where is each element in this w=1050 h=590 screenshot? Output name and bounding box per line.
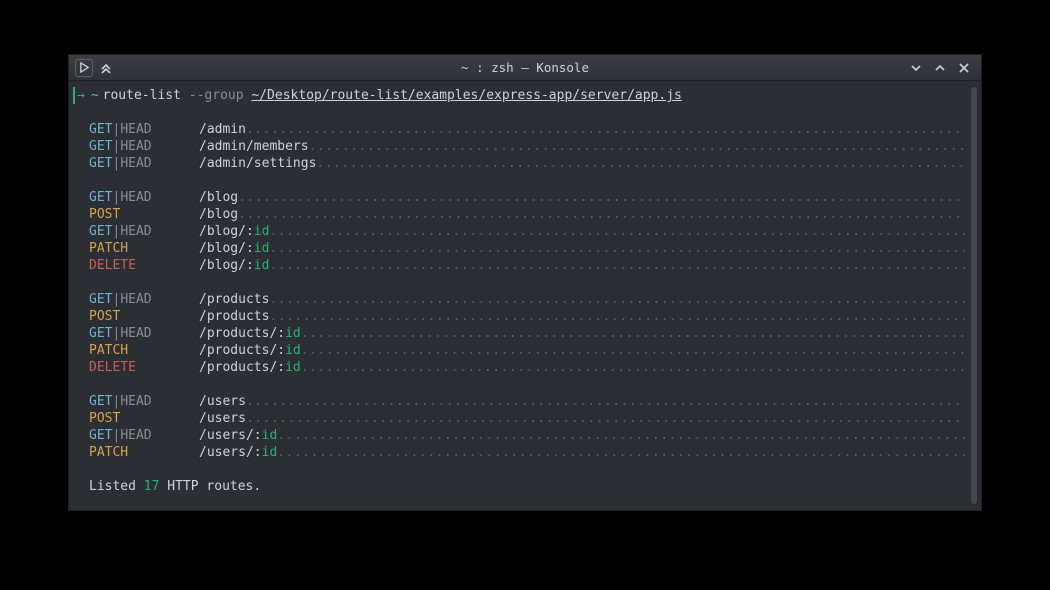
route-path: /products/:id xyxy=(199,342,301,359)
route-row: DELETE/blog/:id.........................… xyxy=(89,257,965,274)
route-path: /blog/:id xyxy=(199,240,269,257)
route-dots: ........................................… xyxy=(301,325,965,342)
route-dots: ........................................… xyxy=(246,393,965,410)
route-path: /blog/:id xyxy=(199,223,269,240)
route-method: GET|HEAD xyxy=(89,393,199,410)
route-path: /users xyxy=(199,410,246,427)
terminal[interactable]: → ~ route-list --group ~/Desktop/route-l… xyxy=(69,81,981,510)
route-row: DELETE/products/:id.....................… xyxy=(89,359,965,376)
route-dots: ........................................… xyxy=(277,444,965,461)
run-icon[interactable] xyxy=(75,59,93,77)
routes-output: GET|HEAD/admin..........................… xyxy=(73,121,981,461)
command-flag: --group xyxy=(189,88,244,103)
route-dots: ........................................… xyxy=(246,410,965,427)
route-method: GET|HEAD xyxy=(89,291,199,308)
route-dots: ........................................… xyxy=(246,121,965,138)
route-path: /users/:id xyxy=(199,427,277,444)
route-method: GET|HEAD xyxy=(89,189,199,206)
route-dots: ........................................… xyxy=(309,138,965,155)
route-row: POST/users..............................… xyxy=(89,410,965,427)
route-dots: ........................................… xyxy=(269,308,965,325)
route-method: PATCH xyxy=(89,444,199,461)
summary-line: Listed 17 HTTP routes. xyxy=(73,478,981,495)
route-dots: ........................................… xyxy=(301,359,965,376)
route-path: /blog xyxy=(199,206,238,223)
route-dots: ........................................… xyxy=(269,223,965,240)
prompt-arrow-icon: → xyxy=(73,87,91,104)
route-path: /users xyxy=(199,393,246,410)
route-row: GET|HEAD/blog...........................… xyxy=(89,189,965,206)
route-dots: ........................................… xyxy=(277,427,965,444)
route-path: /blog xyxy=(199,189,238,206)
titlebar[interactable]: ~ : zsh — Konsole xyxy=(69,55,981,81)
route-method: POST xyxy=(89,410,199,427)
route-dots: ........................................… xyxy=(269,240,965,257)
route-dots: ........................................… xyxy=(269,257,965,274)
route-row: GET|HEAD/admin/settings.................… xyxy=(89,155,965,172)
window-title: ~ : zsh — Konsole xyxy=(69,60,981,75)
route-dots: ........................................… xyxy=(269,291,965,308)
route-method: GET|HEAD xyxy=(89,427,199,444)
summary-prefix: Listed xyxy=(89,479,144,494)
route-path: /admin/members xyxy=(199,138,309,155)
summary-count: 17 xyxy=(144,479,160,494)
route-path: /admin/settings xyxy=(199,155,316,172)
route-row: GET|HEAD/admin..........................… xyxy=(89,121,965,138)
command-name: route-list xyxy=(103,88,181,103)
route-row: PATCH/products/:id......................… xyxy=(89,342,965,359)
route-row: GET|HEAD/users/:id......................… xyxy=(89,427,965,444)
route-dots: ........................................… xyxy=(301,342,965,359)
route-method: PATCH xyxy=(89,240,199,257)
route-row: GET|HEAD/users..........................… xyxy=(89,393,965,410)
close-icon[interactable] xyxy=(955,59,973,77)
route-path: /users/:id xyxy=(199,444,277,461)
summary-suffix: HTTP routes. xyxy=(159,479,261,494)
prompt-line: → ~ route-list --group ~/Desktop/route-l… xyxy=(73,87,981,104)
route-row: POST/blog...............................… xyxy=(89,206,965,223)
route-method: GET|HEAD xyxy=(89,138,199,155)
scrollbar[interactable] xyxy=(971,87,977,504)
route-method: POST xyxy=(89,206,199,223)
route-method: DELETE xyxy=(89,359,199,376)
konsole-window: ~ : zsh — Konsole → ~ route-list --group… xyxy=(68,54,982,511)
route-row: PATCH/blog/:id..........................… xyxy=(89,240,965,257)
route-method: PATCH xyxy=(89,342,199,359)
route-dots: ........................................… xyxy=(238,189,965,206)
prompt-cwd: ~ xyxy=(91,87,103,104)
route-method: GET|HEAD xyxy=(89,325,199,342)
route-dots: ........................................… xyxy=(238,206,965,223)
route-row: POST/products...........................… xyxy=(89,308,965,325)
route-row: GET|HEAD/products/:id...................… xyxy=(89,325,965,342)
route-row: PATCH/users/:id.........................… xyxy=(89,444,965,461)
chevron-up-double-icon[interactable] xyxy=(97,59,115,77)
minimize-icon[interactable] xyxy=(907,59,925,77)
route-path: /admin xyxy=(199,121,246,138)
route-method: DELETE xyxy=(89,257,199,274)
route-path: /products/:id xyxy=(199,325,301,342)
route-dots: ........................................… xyxy=(316,155,965,172)
route-method: GET|HEAD xyxy=(89,121,199,138)
command-path: ~/Desktop/route-list/examples/express-ap… xyxy=(251,88,681,103)
route-path: /blog/:id xyxy=(199,257,269,274)
route-method: GET|HEAD xyxy=(89,155,199,172)
maximize-icon[interactable] xyxy=(931,59,949,77)
route-row: GET|HEAD/admin/members..................… xyxy=(89,138,965,155)
route-method: POST xyxy=(89,308,199,325)
route-row: GET|HEAD/blog/:id.......................… xyxy=(89,223,965,240)
route-path: /products xyxy=(199,308,269,325)
route-row: GET|HEAD/products.......................… xyxy=(89,291,965,308)
route-path: /products xyxy=(199,291,269,308)
route-method: GET|HEAD xyxy=(89,223,199,240)
route-path: /products/:id xyxy=(199,359,301,376)
